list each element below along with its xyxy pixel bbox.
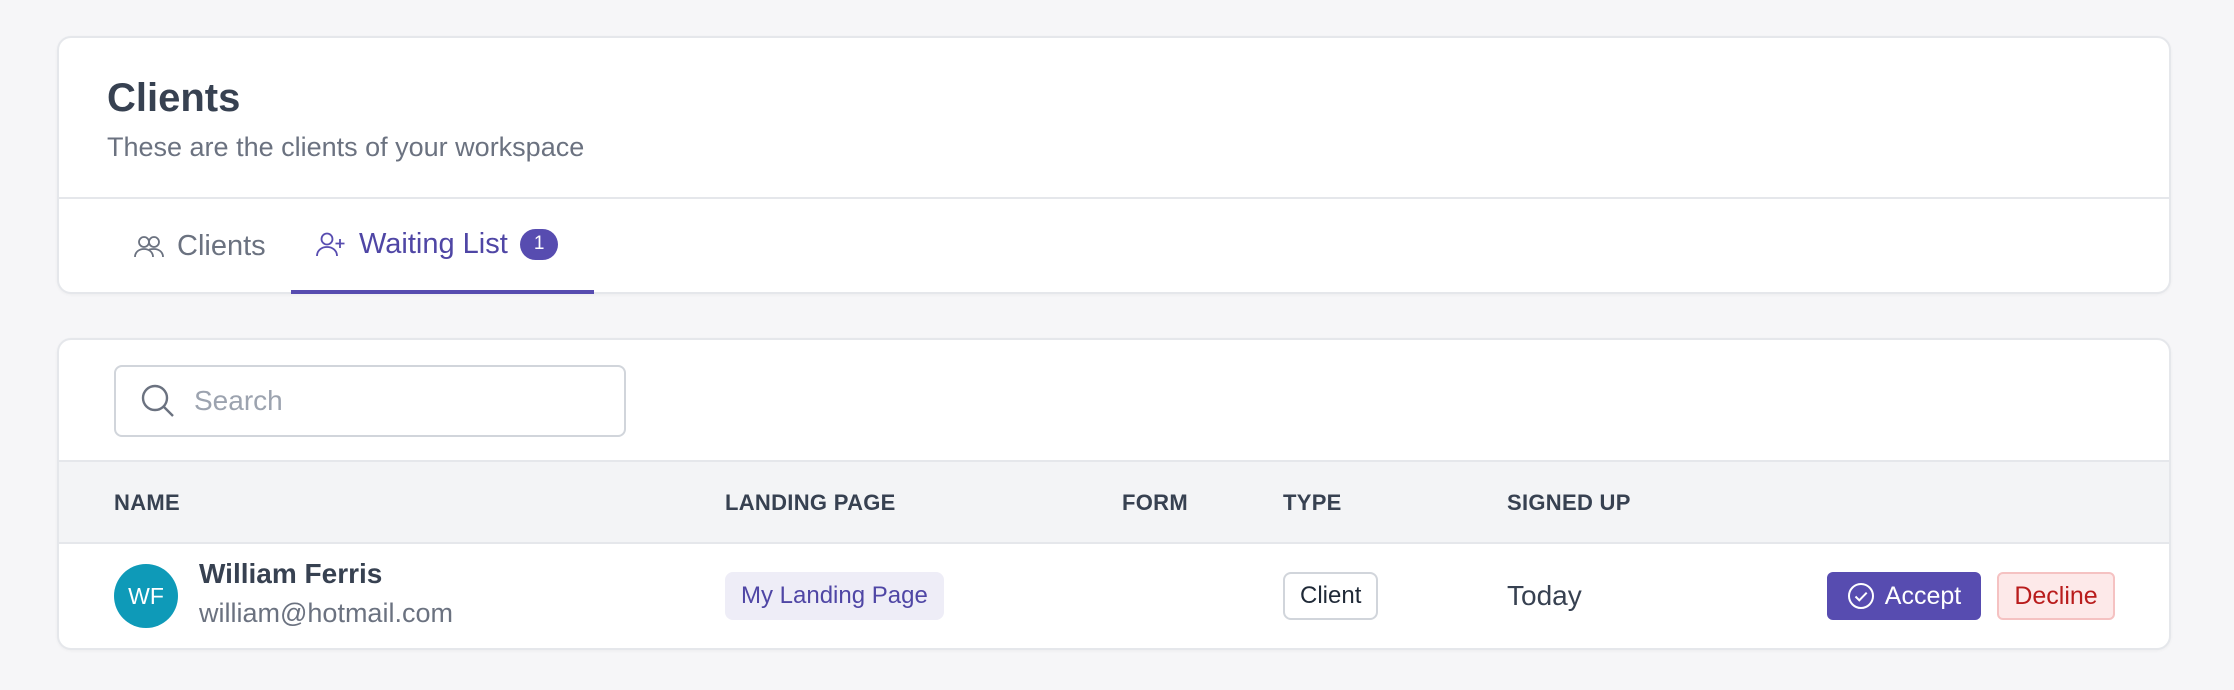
column-header-name: NAME xyxy=(114,490,180,515)
table-header: NAME LANDING PAGE FORM TYPE SIGNED UP xyxy=(59,462,2169,544)
tab-bar: Clients Waiting List 1 xyxy=(59,199,2169,294)
clients-header-card: Clients These are the clients of your wo… xyxy=(57,36,2171,294)
users-icon xyxy=(133,231,165,263)
accept-button-label: Accept xyxy=(1884,581,1962,610)
tab-waiting-list-label: Waiting List xyxy=(359,228,508,260)
tab-clients[interactable]: Clients xyxy=(133,199,266,294)
client-email: william@hotmail.com xyxy=(199,598,453,628)
client-type-badge: Client xyxy=(1283,572,1379,620)
user-plus-icon xyxy=(315,229,347,261)
column-header-landing-page: LANDING PAGE xyxy=(725,490,896,515)
search-section xyxy=(59,340,2169,462)
search-box[interactable] xyxy=(114,365,626,437)
landing-page-tag: My Landing Page xyxy=(725,572,944,620)
page-subtitle: These are the clients of your workspace xyxy=(107,132,585,162)
waiting-list-table-card: NAME LANDING PAGE FORM TYPE SIGNED UP WF… xyxy=(57,338,2171,650)
tab-clients-label: Clients xyxy=(177,230,266,262)
decline-button-label: Decline xyxy=(2014,581,2098,610)
column-header-signed-up: SIGNED UP xyxy=(1507,490,1631,515)
search-input[interactable] xyxy=(194,385,594,417)
check-circle-icon xyxy=(1847,582,1875,610)
tab-waiting-list[interactable]: Waiting List 1 xyxy=(291,199,594,294)
signed-up-date: Today xyxy=(1507,580,1582,611)
header-section: Clients These are the clients of your wo… xyxy=(59,38,2169,199)
decline-button[interactable]: Decline xyxy=(1997,572,2115,620)
client-name: William Ferris xyxy=(199,558,383,589)
accept-button[interactable]: Accept xyxy=(1827,572,1981,620)
table-row: WF William Ferris william@hotmail.com My… xyxy=(59,544,2169,648)
column-header-form: FORM xyxy=(1122,490,1188,515)
column-header-type: TYPE xyxy=(1283,490,1342,515)
waiting-count-badge: 1 xyxy=(519,229,559,260)
avatar: WF xyxy=(114,564,178,628)
search-icon xyxy=(140,383,176,419)
page-title: Clients xyxy=(107,76,241,120)
